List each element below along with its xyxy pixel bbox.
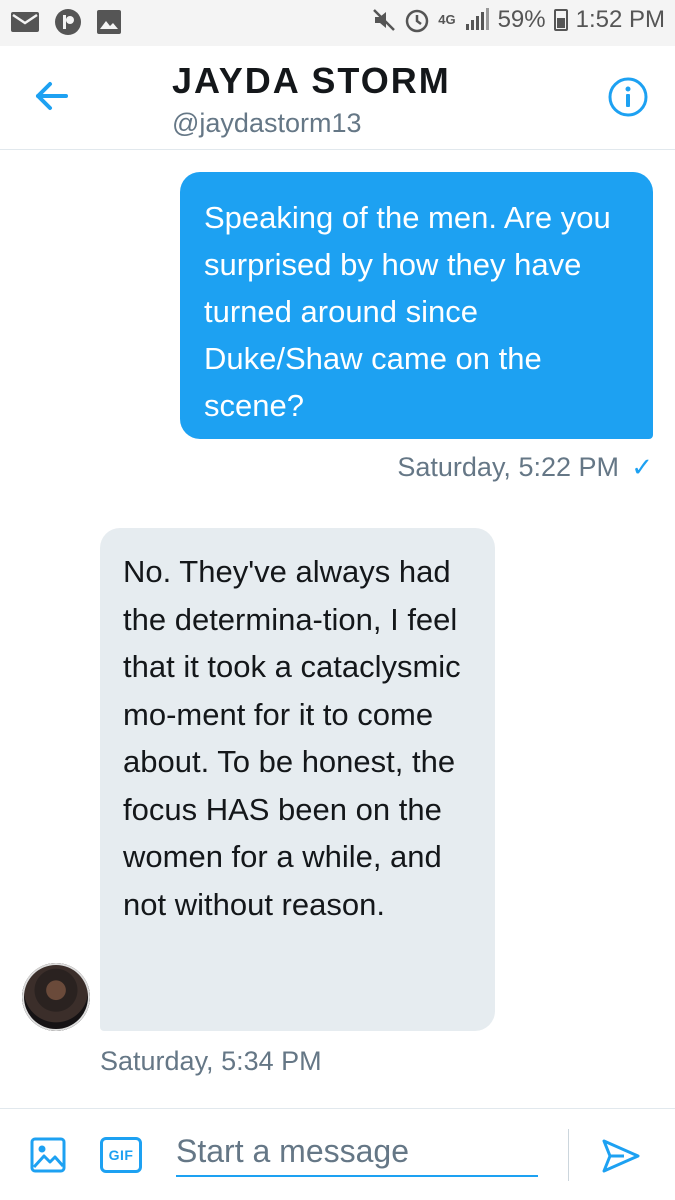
conversation-header: JAYDA STORM @jaydastorm13 — [0, 46, 675, 150]
sent-message-timestamp: Saturday, 5:22 PM — [397, 452, 619, 482]
image-icon — [97, 10, 121, 34]
contact-name: JAYDA STORM — [172, 60, 451, 101]
contact-handle: @jaydastorm13 — [172, 108, 362, 138]
mute-icon — [373, 9, 396, 31]
info-icon[interactable] — [607, 76, 649, 118]
battery-percent: 59% — [497, 6, 546, 33]
p-app-icon — [55, 9, 81, 35]
clock: 1:52 PM — [575, 6, 665, 33]
network-type: 4G — [438, 12, 456, 27]
received-message-timestamp: Saturday, 5:34 PM — [100, 1046, 322, 1076]
back-arrow-icon[interactable] — [30, 74, 74, 118]
gif-icon[interactable]: GIF — [100, 1137, 142, 1173]
battery-icon — [553, 9, 568, 31]
message-input[interactable] — [176, 1127, 538, 1177]
read-check-icon: ✓ — [631, 452, 653, 482]
mail-icon — [11, 12, 39, 32]
send-icon[interactable] — [600, 1135, 642, 1177]
sent-message-bubble[interactable]: Speaking of the men. Are you surprised b… — [180, 172, 653, 439]
signal-icon — [465, 8, 489, 30]
status-bar: 4G 59% 1:52 PM — [0, 0, 675, 46]
composer-divider — [568, 1129, 569, 1181]
received-message-bubble[interactable]: No. They've always had the determina-tio… — [100, 528, 495, 1031]
avatar-rim — [22, 963, 90, 1031]
message-composer: GIF — [0, 1108, 675, 1200]
avatar[interactable] — [22, 963, 90, 1031]
alarm-icon — [405, 9, 429, 33]
image-icon[interactable] — [30, 1137, 66, 1173]
status-bar-system: 4G 59% 1:52 PM — [372, 6, 665, 34]
status-bar-notifications — [10, 8, 122, 36]
